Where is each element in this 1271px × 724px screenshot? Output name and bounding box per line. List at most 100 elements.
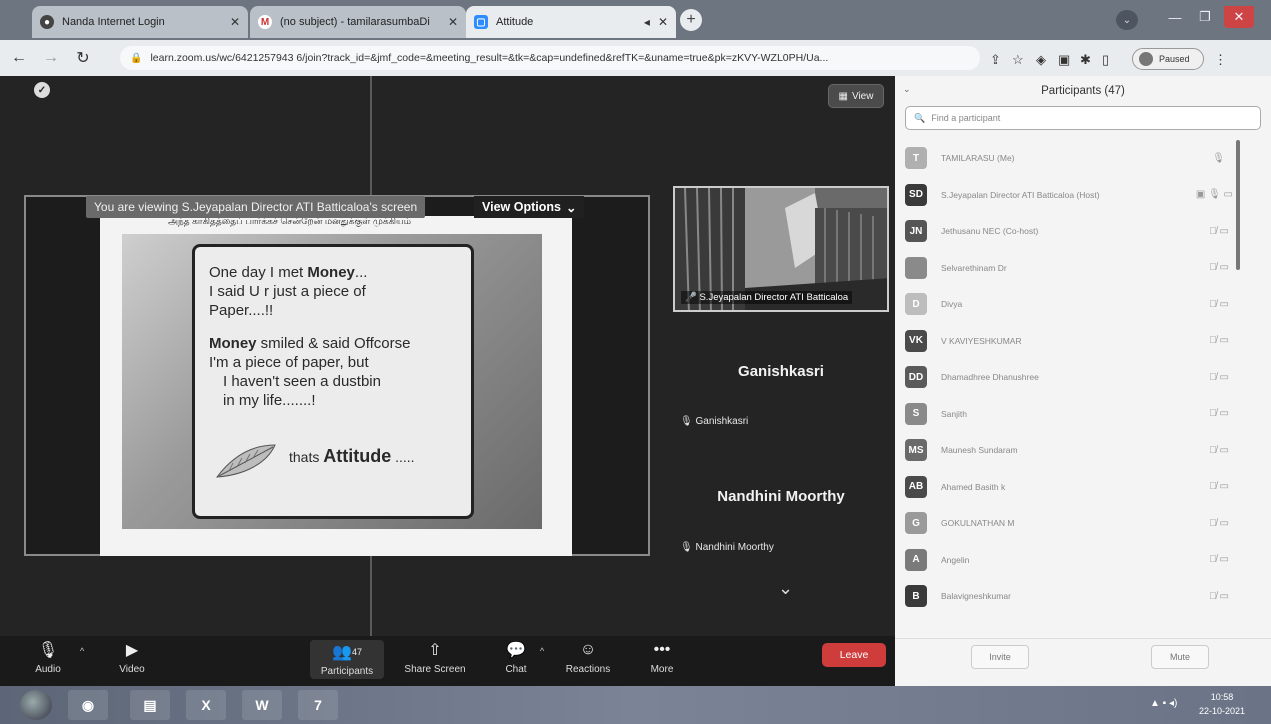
view-options-button[interactable]: View Options ⌄: [474, 196, 585, 218]
security-shield-icon[interactable]: ✓: [34, 82, 50, 98]
chat-icon: 💬: [506, 642, 526, 659]
participant-row[interactable]: SD S.Jeyapalan Director ATI Batticaloa (H…: [895, 177, 1235, 214]
tab-search-button[interactable]: ⌄: [1116, 10, 1138, 30]
shared-slide: அந்த காகிதத்தைப் பார்க்கச் சென்றேன் மனது…: [100, 216, 572, 556]
participant-name: Dhamadhree Dhanushree: [941, 372, 1039, 383]
avatar: AB: [905, 475, 927, 498]
excel-taskbar-icon[interactable]: X: [186, 690, 226, 720]
collapse-chevron-icon[interactable]: ⌄: [903, 84, 911, 95]
profile-button[interactable]: Paused: [1132, 48, 1204, 70]
more-button[interactable]: ••• More: [630, 640, 694, 675]
quote-line: Money smiled & said Offcorse: [209, 335, 411, 352]
back-arrow-icon[interactable]: ←: [6, 49, 32, 67]
speaker-icon[interactable]: ◂: [644, 15, 650, 29]
tab-gmail[interactable]: M (no subject) - tamilarasumbaDi ✕: [250, 6, 466, 38]
video-button[interactable]: ▶ Video: [100, 640, 164, 675]
participant-name: V KAVIYESHKUMAR: [941, 335, 1022, 346]
participant-row[interactable]: D Divya 🎙̸ ▭: [895, 286, 1235, 323]
participant-name: Sanjith: [941, 408, 967, 419]
chat-options-caret-icon[interactable]: ^: [540, 646, 544, 656]
minimize-button[interactable]: —: [1160, 6, 1190, 28]
puzzle-icon[interactable]: ✱: [1080, 52, 1091, 68]
close-icon[interactable]: ✕: [658, 15, 668, 29]
quote-line: I said U r just a piece of: [209, 283, 366, 300]
reactions-label: Reactions: [565, 664, 611, 675]
participant-status-icons: 🎙̸ ▭: [1209, 335, 1229, 347]
sidepanel-icon[interactable]: ▯: [1102, 52, 1109, 68]
mute-all-button[interactable]: Mute: [1151, 645, 1209, 669]
view-button[interactable]: ▦ View: [828, 84, 884, 108]
avatar: JN: [905, 220, 927, 243]
tray-icons[interactable]: ▲ ▪ ◂): [1150, 698, 1177, 709]
participant-status-icons: 🎙̸ ▭: [1209, 517, 1229, 529]
app-taskbar-icon[interactable]: 7: [298, 690, 338, 720]
participant-list: T TAMILARASU (Me) 🎙 SD S.Jeyapalan Director …: [895, 140, 1235, 615]
avatar: T: [905, 147, 927, 170]
avatar: B: [905, 585, 927, 608]
leave-button[interactable]: Leave: [822, 643, 886, 667]
tab-nanda-login[interactable]: ● Nanda Internet Login ✕: [32, 6, 248, 38]
chrome-taskbar-icon[interactable]: ◉: [68, 690, 108, 720]
participants-label: Participants: [320, 666, 374, 677]
view-options-label: View Options: [482, 200, 561, 214]
avatar: MS: [905, 439, 927, 462]
participant-row[interactable]: DD Dhamadhree Dhanushree 🎙̸ ▭: [895, 359, 1235, 396]
participant-row[interactable]: Selvarethinam Dr 🎙̸ ▭: [895, 250, 1235, 287]
participant-row[interactable]: A Angelin 🎙̸ ▭: [895, 542, 1235, 579]
video-tile-host[interactable]: 🎤 S.Jeyapalan Director ATI Batticaloa: [673, 186, 889, 312]
maximize-button[interactable]: ❐: [1190, 6, 1220, 28]
address-bar[interactable]: 🔒 learn.zoom.us/wc/6421257943 6/join?tra…: [120, 46, 980, 70]
browser-tab-strip: ● Nanda Internet Login ✕ M (no subject) …: [0, 0, 1271, 40]
participant-status-icons: 🎙̸ ▭: [1209, 481, 1229, 493]
participant-row[interactable]: B Balavigneshkumar 🎙̸ ▭: [895, 578, 1235, 615]
more-dots-icon: •••: [653, 641, 671, 658]
participants-button[interactable]: 👥 47 Participants: [310, 640, 384, 679]
participant-name: Maunesh Sundaram: [941, 445, 1018, 456]
reload-icon[interactable]: ↻: [70, 48, 96, 68]
tab-attitude[interactable]: ▢ Attitude ◂ ✕: [466, 6, 676, 38]
reactions-button[interactable]: ☺ Reactions: [556, 640, 620, 675]
participant-row[interactable]: S Sanjith 🎙̸ ▭: [895, 396, 1235, 433]
new-tab-button[interactable]: +: [680, 9, 702, 31]
participant-row[interactable]: AB Ahamed Basith k 🎙̸ ▭: [895, 469, 1235, 506]
shield-extension-icon[interactable]: ◈: [1036, 52, 1046, 68]
share-screen-button[interactable]: ⇧ Share Screen: [400, 640, 470, 675]
window-close-button[interactable]: ✕: [1224, 6, 1254, 28]
invite-button[interactable]: Invite: [971, 645, 1029, 669]
audio-button[interactable]: 🎙 Audio: [16, 640, 80, 675]
extension-icon[interactable]: ▣: [1058, 52, 1070, 68]
more-label: More: [650, 664, 674, 675]
share-icon[interactable]: ⇪: [990, 52, 1001, 68]
participant-list-scrollbar[interactable]: [1236, 140, 1240, 270]
share-screen-label: Share Screen: [404, 664, 466, 675]
avatar: D: [905, 293, 927, 316]
folder-taskbar-icon[interactable]: ▤: [130, 690, 170, 720]
system-clock[interactable]: 10:58 22-10-2021: [1199, 690, 1245, 718]
avatar: A: [905, 548, 927, 571]
leaf-icon: [215, 444, 276, 478]
word-taskbar-icon[interactable]: W: [242, 690, 282, 720]
star-icon[interactable]: ☆: [1012, 52, 1024, 68]
mic-muted-icon: 🎙: [680, 416, 693, 427]
video-camera-icon: ▶: [125, 642, 139, 659]
forward-arrow-icon[interactable]: →: [38, 49, 64, 67]
browser-toolbar: ← → ↻ 🔒 learn.zoom.us/wc/6421257943 6/jo…: [0, 40, 1271, 76]
close-icon[interactable]: ✕: [230, 15, 240, 29]
participant-row[interactable]: T TAMILARASU (Me) 🎙: [895, 140, 1235, 177]
chat-button[interactable]: 💬 Chat: [484, 640, 548, 675]
menu-kebab-icon[interactable]: ⋮: [1214, 52, 1227, 68]
share-screen-icon: ⇧: [428, 642, 442, 659]
participant-row[interactable]: VK V KAVIYESHKUMAR 🎙̸ ▭: [895, 323, 1235, 360]
audio-options-caret-icon[interactable]: ^: [80, 646, 84, 656]
start-button[interactable]: [20, 690, 52, 720]
participant-status-icons: 🎙̸ ▭: [1209, 225, 1229, 237]
avatar: S: [905, 402, 927, 425]
close-icon[interactable]: ✕: [448, 15, 458, 29]
participant-row[interactable]: G GOKULNATHAN M 🎙̸ ▭: [895, 505, 1235, 542]
participant-name: S.Jeyapalan Director ATI Batticaloa (Hos…: [941, 189, 1100, 200]
participant-search-input[interactable]: 🔍 Find a participant: [905, 106, 1261, 130]
participant-name: TAMILARASU (Me): [941, 153, 1015, 164]
participant-row[interactable]: MS Maunesh Sundaram 🎙̸ ▭: [895, 432, 1235, 469]
participant-row[interactable]: JN Jethusanu NEC (Co-host) 🎙̸ ▭: [895, 213, 1235, 250]
scroll-down-chevron-icon[interactable]: ⌄: [778, 578, 793, 599]
